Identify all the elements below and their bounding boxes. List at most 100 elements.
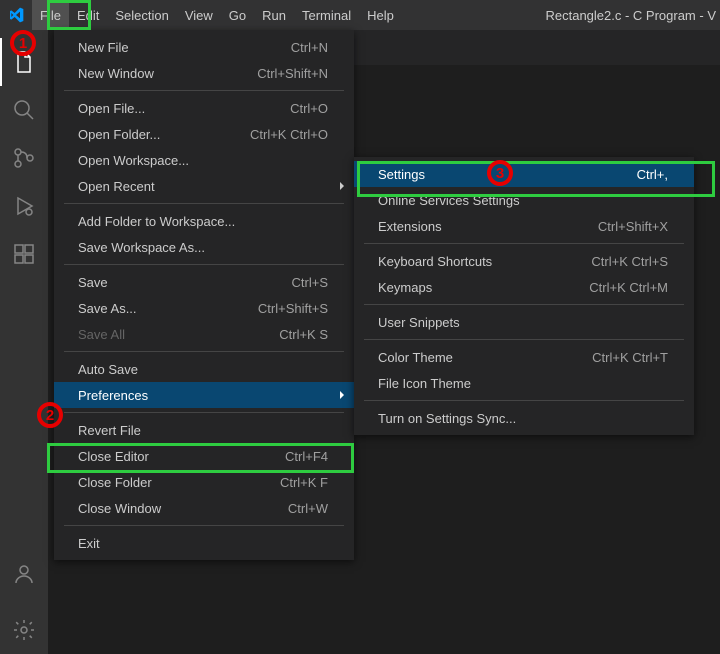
- menu-item-label: File Icon Theme: [378, 376, 471, 391]
- file-menu-open-folder[interactable]: Open Folder... Ctrl+K Ctrl+O: [54, 121, 354, 147]
- menu-item-shortcut: Ctrl+N: [291, 40, 328, 55]
- menu-item-label: Revert File: [78, 423, 141, 438]
- menubar: File Edit Selection View Go Run Terminal…: [32, 0, 402, 30]
- file-menu-open-file[interactable]: Open File... Ctrl+O: [54, 95, 354, 121]
- menu-item-shortcut: Ctrl+K S: [279, 327, 328, 342]
- menu-item-label: Preferences: [78, 388, 148, 403]
- extensions-icon[interactable]: [0, 230, 48, 278]
- prefs-menu-turn-on-settings-sync[interactable]: Turn on Settings Sync...: [354, 405, 694, 431]
- menu-item-label: User Snippets: [378, 315, 460, 330]
- menu-item-label: Save Workspace As...: [78, 240, 205, 255]
- prefs-menu-keymaps[interactable]: KeymapsCtrl+K Ctrl+M: [354, 274, 694, 300]
- prefs-menu-color-theme[interactable]: Color ThemeCtrl+K Ctrl+T: [354, 344, 694, 370]
- source-control-icon[interactable]: [0, 134, 48, 182]
- file-menu-exit[interactable]: Exit: [54, 530, 354, 556]
- menu-item-label: Online Services Settings: [378, 193, 520, 208]
- menu-item-label: Settings: [378, 167, 425, 182]
- menu-selection[interactable]: Selection: [107, 0, 176, 30]
- menu-item-label: Exit: [78, 536, 100, 551]
- file-menu-new-window[interactable]: New Window Ctrl+Shift+N: [54, 60, 354, 86]
- file-menu-new-file[interactable]: New File Ctrl+N: [54, 34, 354, 60]
- chevron-right-icon: [340, 391, 344, 399]
- menu-separator: [364, 304, 684, 305]
- file-menu-auto-save[interactable]: Auto Save: [54, 356, 354, 382]
- window-title: Rectangle2.c - C Program - V: [545, 8, 716, 23]
- menu-item-label: Turn on Settings Sync...: [378, 411, 516, 426]
- menu-item-label: Open Folder...: [78, 127, 160, 142]
- menu-help[interactable]: Help: [359, 0, 402, 30]
- file-menu-save[interactable]: Save Ctrl+S: [54, 269, 354, 295]
- menu-item-label: New File: [78, 40, 129, 55]
- run-debug-icon[interactable]: [0, 182, 48, 230]
- file-menu-close-window[interactable]: Close Window Ctrl+W: [54, 495, 354, 521]
- menu-item-shortcut: Ctrl+K Ctrl+M: [589, 280, 668, 295]
- file-menu-open-recent[interactable]: Open Recent: [54, 173, 354, 199]
- menu-item-label: Extensions: [378, 219, 442, 234]
- menu-separator: [364, 339, 684, 340]
- menu-item-label: Close Window: [78, 501, 161, 516]
- file-menu-close-folder[interactable]: Close Folder Ctrl+K F: [54, 469, 354, 495]
- activity-bar: [0, 30, 48, 654]
- prefs-menu-settings[interactable]: Settings Ctrl+,: [354, 161, 694, 187]
- menu-separator: [364, 243, 684, 244]
- title-bar: File Edit Selection View Go Run Terminal…: [0, 0, 720, 30]
- file-menu-save-all: Save All Ctrl+K S: [54, 321, 354, 347]
- files-icon[interactable]: [0, 38, 48, 86]
- menu-go[interactable]: Go: [221, 0, 254, 30]
- account-icon[interactable]: [0, 550, 48, 598]
- menu-item-shortcut: Ctrl+S: [292, 275, 328, 290]
- menu-item-label: Open File...: [78, 101, 145, 116]
- prefs-menu-user-snippets[interactable]: User Snippets: [354, 309, 694, 335]
- menu-item-label: Open Workspace...: [78, 153, 189, 168]
- menu-terminal[interactable]: Terminal: [294, 0, 359, 30]
- menu-separator: [64, 90, 344, 91]
- menu-separator: [64, 203, 344, 204]
- menu-item-label: Save All: [78, 327, 125, 342]
- vscode-icon: [8, 7, 24, 23]
- menu-separator: [64, 351, 344, 352]
- menu-item-shortcut: Ctrl+Shift+S: [258, 301, 328, 316]
- menu-item-label: Add Folder to Workspace...: [78, 214, 235, 229]
- menu-run[interactable]: Run: [254, 0, 294, 30]
- file-menu-save-as[interactable]: Save As... Ctrl+Shift+S: [54, 295, 354, 321]
- preferences-submenu-popup: Settings Ctrl+, Online Services Settings Ex…: [354, 157, 694, 435]
- menu-edit[interactable]: Edit: [69, 0, 107, 30]
- menu-item-shortcut: Ctrl+Shift+N: [257, 66, 328, 81]
- file-menu-save-workspace-as[interactable]: Save Workspace As...: [54, 234, 354, 260]
- menu-item-shortcut: Ctrl+,: [637, 167, 668, 182]
- menu-item-shortcut: Ctrl+K Ctrl+S: [591, 254, 668, 269]
- menu-item-shortcut: Ctrl+W: [288, 501, 328, 516]
- menu-item-label: Close Editor: [78, 449, 149, 464]
- menu-item-label: Close Folder: [78, 475, 152, 490]
- menu-item-label: Keyboard Shortcuts: [378, 254, 492, 269]
- menu-item-shortcut: Ctrl+K F: [280, 475, 328, 490]
- menu-item-shortcut: Ctrl+K Ctrl+O: [250, 127, 328, 142]
- settings-gear-icon[interactable]: [0, 606, 48, 654]
- menu-item-shortcut: Ctrl+O: [290, 101, 328, 116]
- prefs-menu-extensions[interactable]: Extensions Ctrl+Shift+X: [354, 213, 694, 239]
- file-menu-popup: New File Ctrl+N New Window Ctrl+Shift+N Open…: [54, 30, 354, 560]
- menu-separator: [64, 525, 344, 526]
- menu-separator: [64, 412, 344, 413]
- file-menu-add-folder-to-workspace[interactable]: Add Folder to Workspace...: [54, 208, 354, 234]
- menu-file[interactable]: File: [32, 0, 69, 30]
- menu-item-label: Open Recent: [78, 179, 155, 194]
- menu-item-shortcut: Ctrl+Shift+X: [598, 219, 668, 234]
- menu-view[interactable]: View: [177, 0, 221, 30]
- prefs-menu-keyboard-shortcuts[interactable]: Keyboard Shortcuts Ctrl+K Ctrl+S: [354, 248, 694, 274]
- file-menu-close-editor[interactable]: Close Editor Ctrl+F4: [54, 443, 354, 469]
- menu-item-label: Auto Save: [78, 362, 138, 377]
- prefs-menu-online-services-settings[interactable]: Online Services Settings: [354, 187, 694, 213]
- menu-item-shortcut: Ctrl+F4: [285, 449, 328, 464]
- menu-separator: [364, 400, 684, 401]
- file-menu-open-workspace[interactable]: Open Workspace...: [54, 147, 354, 173]
- file-menu-revert-file[interactable]: Revert File: [54, 417, 354, 443]
- search-icon[interactable]: [0, 86, 48, 134]
- chevron-right-icon: [340, 182, 344, 190]
- menu-item-label: Save As...: [78, 301, 137, 316]
- menu-item-label: New Window: [78, 66, 154, 81]
- file-menu-preferences[interactable]: Preferences: [54, 382, 354, 408]
- prefs-menu-file-icon-theme[interactable]: File Icon Theme: [354, 370, 694, 396]
- menu-item-label: Save: [78, 275, 108, 290]
- menu-item-shortcut: Ctrl+K Ctrl+T: [592, 350, 668, 365]
